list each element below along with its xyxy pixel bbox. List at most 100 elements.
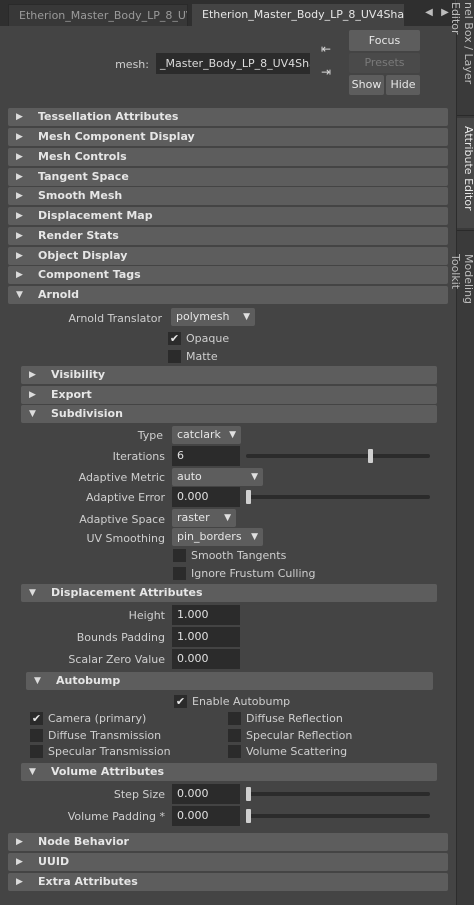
presets-button[interactable]: Presets: [349, 53, 420, 73]
adaptive-error-slider[interactable]: [246, 490, 430, 504]
frame-export[interactable]: ▶ Export: [21, 386, 437, 404]
subdiv-iterations-slider-handle[interactable]: [368, 449, 373, 463]
step-size-slider-handle[interactable]: [246, 787, 251, 801]
enable-autobump-label: Enable Autobump: [192, 695, 291, 708]
opaque-label: Opaque: [186, 332, 230, 345]
volume-padding-slider-handle[interactable]: [246, 809, 251, 823]
diffuse-transmission-checkbox[interactable]: [30, 729, 43, 742]
bounds-padding-label: Bounds Padding: [76, 631, 165, 644]
diffuse-reflection-label: Diffuse Reflection: [246, 712, 343, 725]
collapse-arrow-icon: ▼: [16, 290, 23, 300]
frame-mesh-component-display[interactable]: ▶ Mesh Component Display: [8, 128, 448, 146]
step-size-field[interactable]: 0.000: [172, 784, 240, 804]
adaptive-error-field[interactable]: 0.000: [172, 487, 240, 507]
specular-reflection-checkbox[interactable]: [228, 729, 241, 742]
frame-uuid[interactable]: ▶ UUID: [8, 853, 448, 871]
disp-height-field[interactable]: 1.000: [172, 605, 240, 625]
frame-smooth-mesh[interactable]: ▶ Smooth Mesh: [8, 187, 448, 205]
hide-button[interactable]: Hide: [386, 75, 420, 95]
frame-component-tags[interactable]: ▶ Component Tags: [8, 266, 448, 284]
diffuse-transmission-label: Diffuse Transmission: [48, 729, 162, 742]
frame-displacement-map[interactable]: ▶ Displacement Map: [8, 207, 448, 225]
frame-tangent-space[interactable]: ▶ Tangent Space: [8, 168, 448, 186]
volume-padding-field[interactable]: 0.000: [172, 806, 240, 826]
scalar-zero-value-label: Scalar Zero Value: [68, 653, 165, 666]
collapse-arrow-icon: ▼: [29, 588, 36, 598]
tab-attribute-editor[interactable]: Attribute Editor: [457, 118, 474, 228]
volume-padding-slider[interactable]: [246, 809, 430, 823]
frame-tessellation-attributes[interactable]: ▶ Tessellation Attributes: [8, 108, 448, 126]
show-button[interactable]: Show: [349, 75, 384, 95]
expand-arrow-icon: ▶: [16, 172, 23, 182]
frame-autobump[interactable]: ▼ Autobump: [26, 672, 433, 690]
frame-displacement-attributes[interactable]: ▼ Displacement Attributes: [21, 584, 437, 602]
collapse-arrow-icon: ▼: [29, 409, 36, 419]
tab-modeling-toolkit[interactable]: Modeling Toolkit: [449, 232, 474, 332]
matte-label: Matte: [186, 350, 218, 363]
smooth-tangents-label: Smooth Tangents: [191, 549, 287, 562]
smooth-tangents-checkbox[interactable]: [173, 549, 186, 562]
ignore-frustum-checkbox[interactable]: [173, 567, 186, 580]
adaptive-error-label: Adaptive Error: [86, 491, 165, 504]
subdiv-type-label: Type: [137, 429, 163, 442]
tab-transform-node[interactable]: Etherion_Master_Body_LP_8_UV4: [8, 4, 188, 26]
frame-node-behavior[interactable]: ▶ Node Behavior: [8, 833, 448, 851]
step-size-slider[interactable]: [246, 787, 430, 801]
dropdown-arrow-icon: ▼: [251, 472, 258, 482]
side-tab-divider: [457, 230, 474, 231]
collapse-arrow-icon: ▼: [29, 767, 36, 777]
frame-extra-attributes[interactable]: ▶ Extra Attributes: [8, 873, 448, 891]
expand-arrow-icon: ▶: [16, 112, 23, 122]
input-connection-icon[interactable]: ⇤: [321, 42, 337, 56]
subdiv-type-dropdown[interactable]: catclark ▼: [172, 426, 241, 444]
specular-transmission-checkbox[interactable]: [30, 745, 43, 758]
uv-smoothing-dropdown[interactable]: pin_borders ▼: [172, 528, 263, 546]
opaque-checkbox[interactable]: ✔: [168, 332, 181, 345]
expand-arrow-icon: ▶: [16, 877, 23, 887]
volume-scattering-checkbox[interactable]: [228, 745, 241, 758]
adaptive-metric-label: Adaptive Metric: [78, 471, 165, 484]
disp-height-label: Height: [128, 609, 165, 622]
frame-mesh-controls[interactable]: ▶ Mesh Controls: [8, 148, 448, 166]
volume-scattering-label: Volume Scattering: [246, 745, 348, 758]
expand-arrow-icon: ▶: [16, 837, 23, 847]
frame-object-display[interactable]: ▶ Object Display: [8, 247, 448, 265]
dropdown-arrow-icon: ▼: [243, 312, 250, 322]
camera-primary-label: Camera (primary): [48, 712, 147, 725]
arnold-translator-label: Arnold Translator: [68, 312, 162, 325]
expand-arrow-icon: ▶: [16, 211, 23, 221]
expand-arrow-icon: ▶: [29, 370, 36, 380]
expand-arrow-icon: ▶: [16, 857, 23, 867]
bounds-padding-field[interactable]: 1.000: [172, 627, 240, 647]
scalar-zero-value-field[interactable]: 0.000: [172, 649, 240, 669]
enable-autobump-checkbox[interactable]: ✔: [174, 695, 187, 708]
tab-channel-box-layer-editor[interactable]: nel Box / Layer Editor: [449, 2, 474, 110]
diffuse-reflection-checkbox[interactable]: [228, 712, 241, 725]
camera-primary-checkbox[interactable]: ✔: [30, 712, 43, 725]
specular-reflection-label: Specular Reflection: [246, 729, 353, 742]
frame-visibility[interactable]: ▶ Visibility: [21, 366, 437, 384]
adaptive-error-slider-handle[interactable]: [246, 490, 251, 504]
adaptive-space-dropdown[interactable]: raster ▼: [172, 509, 236, 527]
focus-button[interactable]: Focus: [349, 30, 420, 51]
subdiv-iterations-label: Iterations: [112, 450, 165, 463]
mesh-name-field[interactable]: _Master_Body_LP_8_UV4Shape: [156, 53, 310, 74]
step-size-label: Step Size: [113, 788, 165, 801]
adaptive-metric-dropdown[interactable]: auto ▼: [172, 468, 263, 486]
frame-subdivision[interactable]: ▼ Subdivision: [21, 405, 437, 423]
arnold-translator-dropdown[interactable]: polymesh ▼: [171, 308, 255, 326]
specular-transmission-label: Specular Transmission: [48, 745, 171, 758]
tab-shape-node[interactable]: Etherion_Master_Body_LP_8_UV4Shape: [192, 4, 404, 26]
expand-arrow-icon: ▶: [16, 251, 23, 261]
frame-render-stats[interactable]: ▶ Render Stats: [8, 227, 448, 245]
ignore-frustum-label: Ignore Frustum Culling: [191, 567, 316, 580]
output-connection-icon[interactable]: ⇥: [321, 65, 337, 79]
subdiv-iterations-field[interactable]: 6: [172, 446, 240, 466]
matte-checkbox[interactable]: [168, 350, 181, 363]
expand-arrow-icon: ▶: [29, 390, 36, 400]
dropdown-arrow-icon: ▼: [229, 430, 236, 440]
expand-arrow-icon: ▶: [16, 191, 23, 201]
subdiv-iterations-slider[interactable]: [246, 449, 430, 463]
frame-volume-attributes[interactable]: ▼ Volume Attributes: [21, 763, 437, 781]
frame-arnold[interactable]: ▼ Arnold: [8, 286, 448, 304]
